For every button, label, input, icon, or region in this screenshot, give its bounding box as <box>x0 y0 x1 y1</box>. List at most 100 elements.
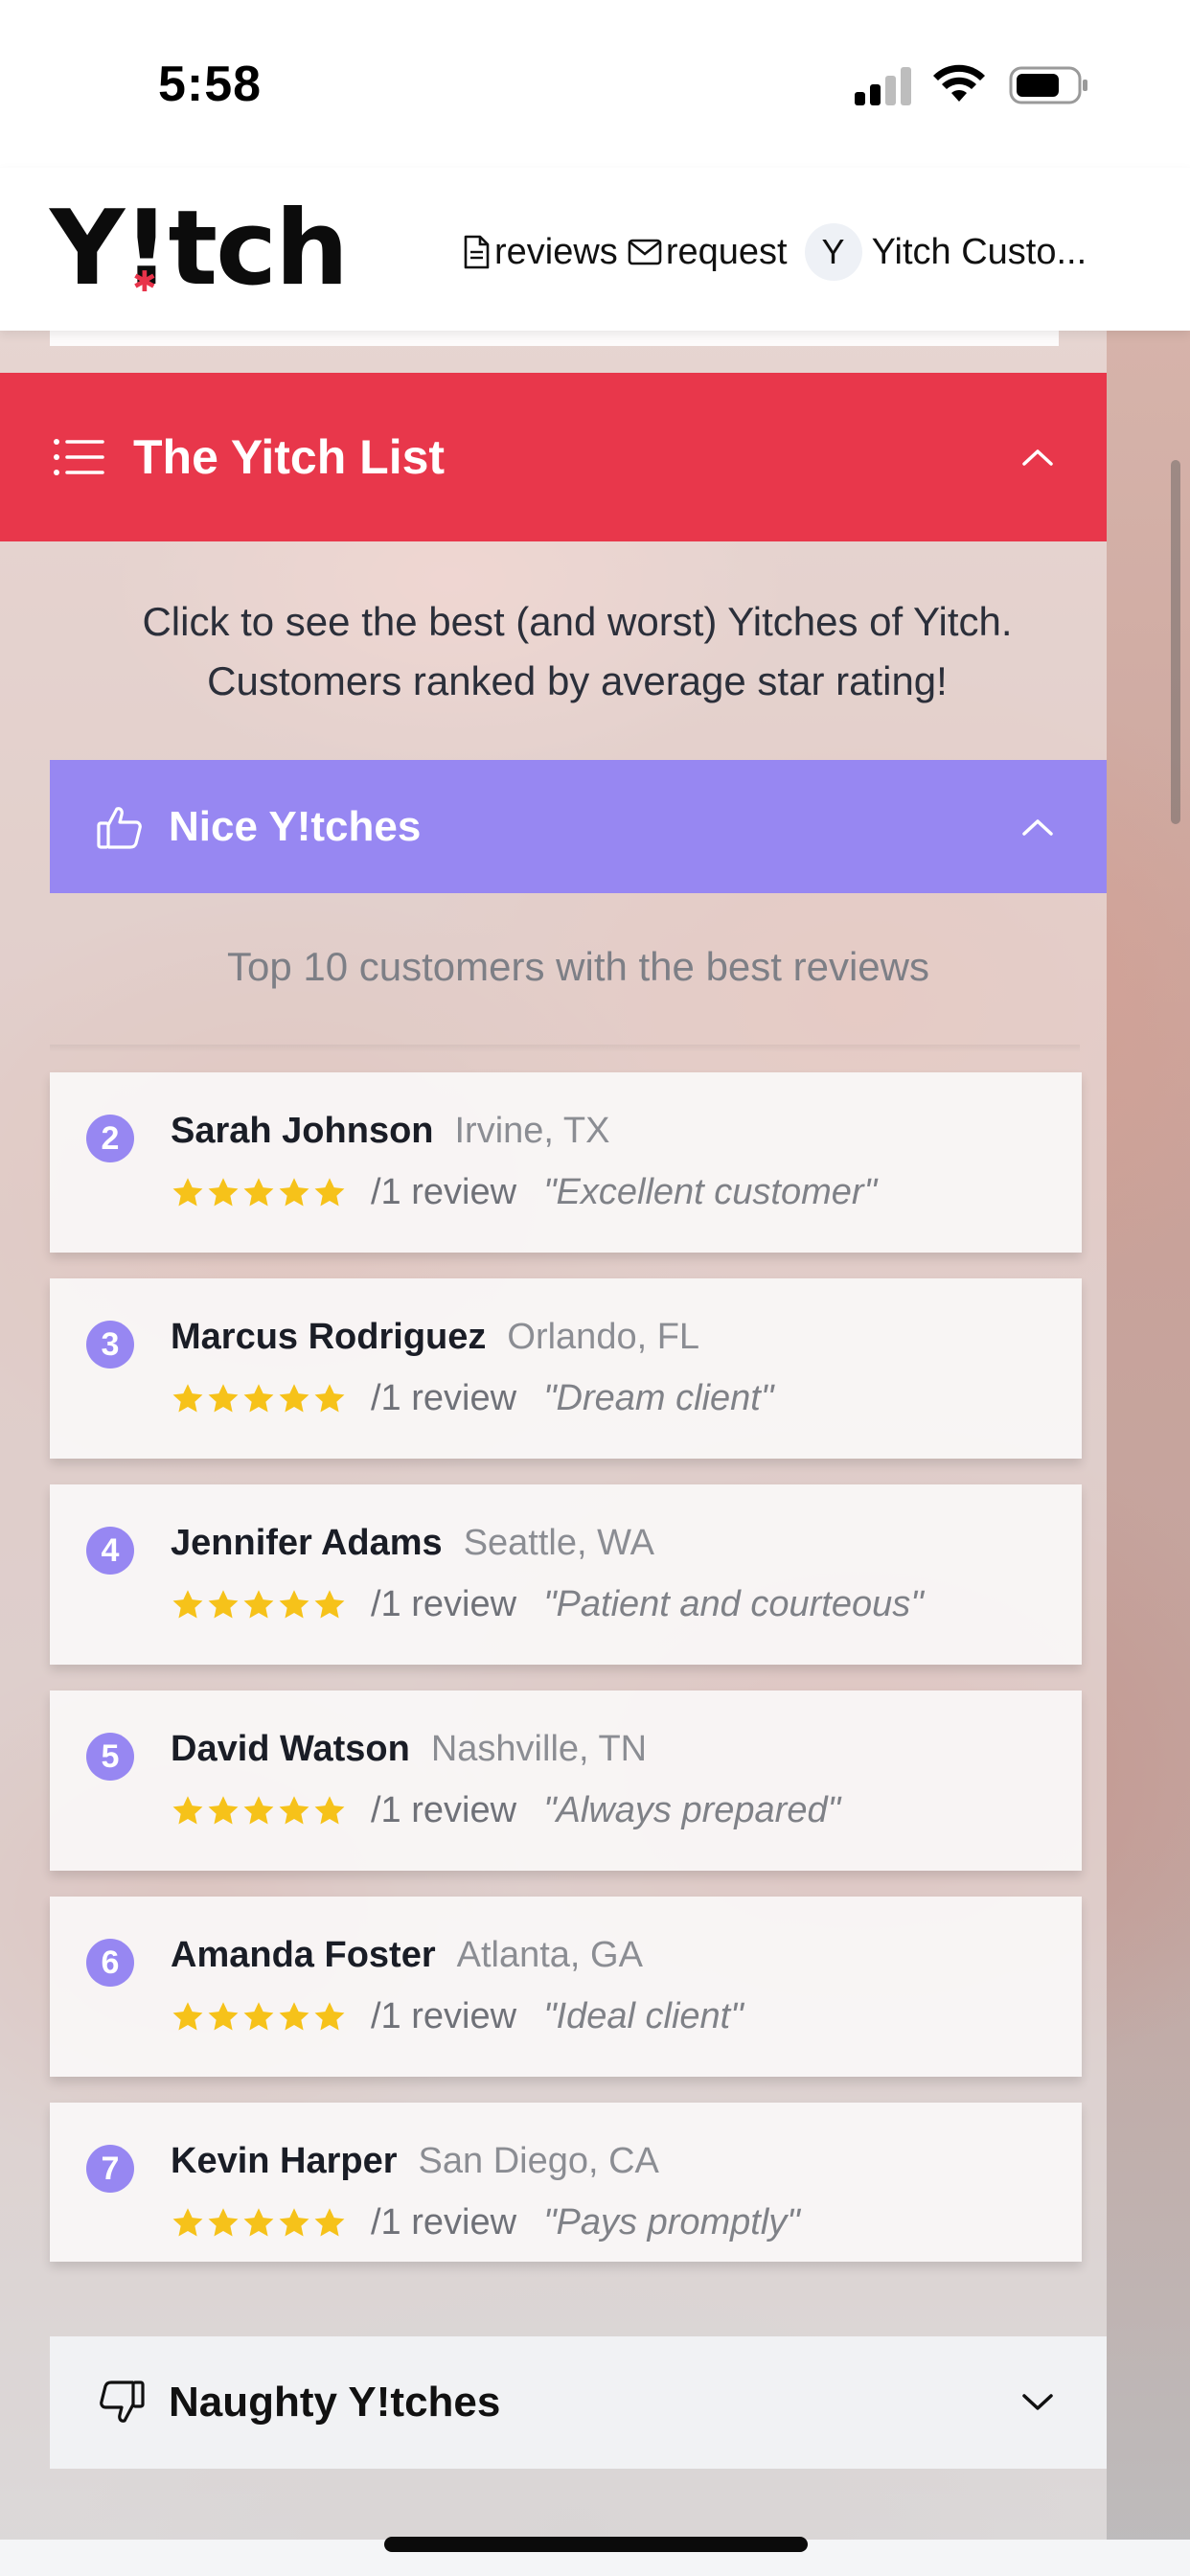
review-count: /1 review <box>371 1378 517 1418</box>
rank-badge: 3 <box>86 1321 134 1368</box>
header-nav: reviews request Y Yitch Custo... <box>462 223 1087 281</box>
star-icon <box>243 1589 274 1618</box>
review-quote: "Patient and courteous" <box>543 1584 924 1624</box>
thumbs-up-icon <box>97 806 142 849</box>
review-quote: "Excellent customer" <box>543 1172 878 1212</box>
logo-star-icon: ✱ <box>132 265 156 299</box>
customer-card[interactable]: 5 David Watson Nashville, TN /1 review "A… <box>50 1690 1082 1871</box>
customer-card[interactable]: 7 Kevin Harper San Diego, CA /1 review "P… <box>50 2103 1082 2262</box>
customer-location: Seattle, WA <box>463 1523 654 1563</box>
star-icon <box>243 2207 274 2236</box>
customer-location: Atlanta, GA <box>456 1935 643 1975</box>
star-icon <box>208 1383 239 1412</box>
customer-name: David Watson <box>171 1729 410 1769</box>
yitch-list-intro: Click to see the best (and worst) Yitche… <box>142 599 1013 703</box>
customer-card[interactable]: 4 Jennifer Adams Seattle, WA /1 review "P… <box>50 1484 1082 1665</box>
star-icon <box>243 1795 274 1824</box>
home-indicator[interactable] <box>384 2537 808 2552</box>
review-count: /1 review <box>371 1790 517 1830</box>
star-icon <box>279 1177 309 1206</box>
star-rating <box>171 2206 348 2241</box>
customer-location: Orlando, FL <box>507 1317 700 1357</box>
star-icon <box>314 1177 345 1206</box>
star-icon <box>172 1795 203 1824</box>
review-quote: "Always prepared" <box>543 1790 841 1830</box>
nice-yitches-header[interactable]: Nice Y!tches <box>50 760 1107 893</box>
customer-card[interactable]: 2 Sarah Johnson Irvine, TX /1 review "Exc… <box>50 1072 1082 1253</box>
chevron-up-icon[interactable] <box>1021 817 1054 837</box>
star-icon <box>279 1589 309 1618</box>
star-icon <box>243 2001 274 2030</box>
star-icon <box>208 1795 239 1824</box>
star-icon <box>172 2207 203 2236</box>
nice-yitches-title: Nice Y!tches <box>169 802 422 850</box>
star-icon <box>314 2001 345 2030</box>
star-icon <box>279 2001 309 2030</box>
nice-yitches-subtitle: Top 10 customers with the best reviews <box>227 944 929 989</box>
star-icon <box>208 1589 239 1618</box>
rank-badge: 4 <box>86 1527 134 1575</box>
review-quote: "Pays promptly" <box>543 2202 800 2242</box>
star-icon <box>172 1383 203 1412</box>
customer-location: Irvine, TX <box>454 1111 610 1151</box>
star-rating <box>171 1588 348 1622</box>
star-icon <box>243 1383 274 1412</box>
star-icon <box>208 1177 239 1206</box>
review-count: /1 review <box>371 1996 517 2036</box>
review-quote: "Dream client" <box>543 1378 774 1418</box>
customer-name: Sarah Johnson <box>171 1111 434 1151</box>
rank-badge: 2 <box>86 1115 134 1162</box>
user-name[interactable]: Yitch Custo... <box>872 232 1087 273</box>
rank-badge: 7 <box>86 2145 134 2193</box>
star-icon <box>314 1795 345 1824</box>
star-icon <box>279 1383 309 1412</box>
nav-reviews-link[interactable]: reviews <box>462 232 618 273</box>
rank-badge: 5 <box>86 1733 134 1781</box>
star-icon <box>208 2207 239 2236</box>
signal-icon <box>855 67 912 105</box>
star-rating <box>171 2000 348 2035</box>
chevron-down-icon[interactable] <box>1021 2393 1054 2412</box>
customer-card[interactable]: 3 Marcus Rodriguez Orlando, FL /1 review … <box>50 1278 1082 1459</box>
list-icon <box>54 439 104 475</box>
yitch-list-header[interactable]: The Yitch List <box>0 373 1107 541</box>
nav-reviews-label: reviews <box>494 231 618 272</box>
status-time: 5:58 <box>158 57 263 112</box>
yitch-list-title: The Yitch List <box>133 430 446 484</box>
review-quote: "Ideal client" <box>543 1996 744 2036</box>
star-icon <box>172 1589 203 1618</box>
nav-request-link[interactable]: request <box>628 232 788 273</box>
document-icon <box>464 235 490 269</box>
nav-request-label: request <box>665 231 788 272</box>
chevron-up-icon[interactable] <box>1021 448 1054 467</box>
star-icon <box>208 2001 239 2030</box>
customer-location: Nashville, TN <box>430 1729 648 1769</box>
customer-name: Amanda Foster <box>171 1935 436 1975</box>
star-rating <box>171 1794 348 1828</box>
star-icon <box>243 1177 274 1206</box>
naughty-yitches-header[interactable]: Naughty Y!tches <box>50 2336 1107 2469</box>
star-rating <box>171 1176 348 1210</box>
customer-name: Jennifer Adams <box>171 1523 443 1563</box>
review-count: /1 review <box>371 1584 517 1624</box>
customer-card[interactable]: 6 Amanda Foster Atlanta, GA /1 review "Id… <box>50 1897 1082 2077</box>
star-icon <box>279 1795 309 1824</box>
star-icon <box>314 1589 345 1618</box>
status-bar: 5:58 <box>0 0 1190 168</box>
yitch-logo[interactable]: Y! ✱ tch <box>50 196 349 302</box>
star-rating <box>171 1382 348 1416</box>
app-header: Y! ✱ tch reviews request Y Yitch Custo... <box>0 168 1190 331</box>
review-count: /1 review <box>371 1172 517 1212</box>
star-icon <box>172 2001 203 2030</box>
avatar[interactable]: Y <box>804 223 862 281</box>
customer-location: San Diego, CA <box>418 2141 659 2181</box>
battery-icon <box>1009 66 1087 104</box>
star-icon <box>314 1383 345 1412</box>
top-strip <box>50 331 1059 346</box>
scrollbar[interactable] <box>1171 460 1180 824</box>
star-icon <box>279 2207 309 2236</box>
mail-icon <box>628 239 662 265</box>
wifi-icon <box>933 64 985 102</box>
thumbs-down-icon <box>100 2380 145 2423</box>
review-count: /1 review <box>371 2202 517 2242</box>
